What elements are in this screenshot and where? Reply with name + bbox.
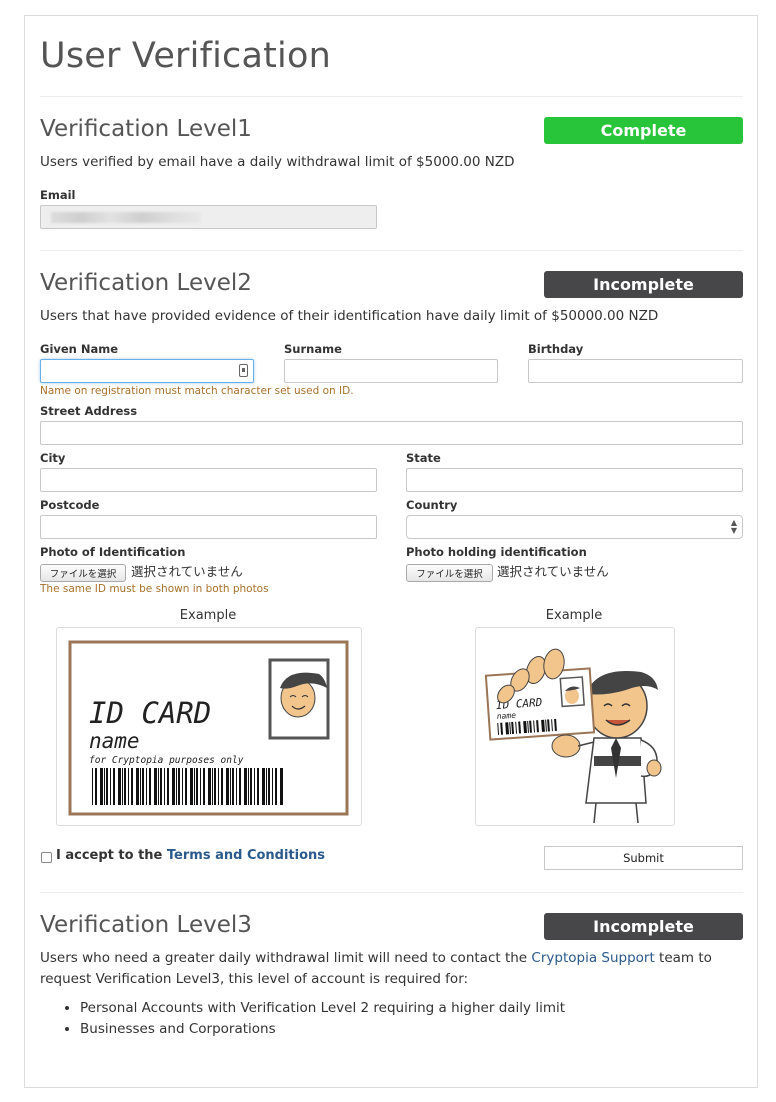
level3-status-badge: Incomplete: [544, 913, 743, 940]
level2-status-badge: Incomplete: [544, 271, 743, 298]
level2-title: Verification Level2: [40, 270, 252, 296]
level1-description: Users verified by email have a daily wit…: [40, 154, 515, 170]
level3-description: Users who need a greater daily withdrawa…: [40, 948, 752, 990]
level3-desc-prefix: Users who need a greater daily withdrawa…: [40, 950, 532, 966]
held-card-name-text: name: [496, 711, 516, 721]
list-item: Personal Accounts with Verification Leve…: [80, 998, 565, 1019]
photo-id-label: Photo of Identification: [40, 545, 186, 559]
divider: [40, 250, 743, 251]
page-title: User Verification: [40, 36, 331, 76]
terms-link[interactable]: Terms and Conditions: [167, 848, 325, 863]
surname-label: Surname: [284, 342, 342, 356]
accept-terms-checkbox[interactable]: [41, 852, 52, 863]
photo-holding-file-status: 選択されていません: [497, 564, 609, 579]
name-help-text: Name on registration must match characte…: [40, 385, 354, 397]
accept-prefix: I accept to the: [56, 848, 167, 863]
street-address-label: Street Address: [40, 404, 138, 418]
city-input[interactable]: [40, 468, 377, 492]
example-label-holding: Example: [545, 608, 603, 623]
id-card-illustration: ID CARD name for Cryptopia purposes only: [68, 640, 349, 816]
level3-title: Verification Level3: [40, 912, 252, 938]
photo-holding-label: Photo holding identification: [406, 545, 587, 559]
given-name-input[interactable]: [40, 359, 254, 383]
photo-holding-file-button[interactable]: ファイルを選択: [406, 564, 493, 582]
level1-status-badge: Complete: [544, 117, 743, 144]
birthday-input[interactable]: [528, 359, 743, 383]
id-card-example-image: ID CARD name for Cryptopia purposes only: [56, 627, 362, 826]
city-label: City: [40, 451, 66, 465]
photo-id-file-button[interactable]: ファイルを選択: [40, 564, 126, 582]
id-card-text: ID CARD: [89, 696, 211, 730]
country-select[interactable]: ▲ ▼: [406, 515, 743, 539]
birthday-label: Birthday: [528, 342, 584, 356]
example-label-id: Example: [179, 608, 237, 623]
email-label: Email: [40, 188, 76, 202]
country-label: Country: [406, 498, 458, 512]
street-address-input[interactable]: [40, 421, 743, 445]
verification-panel: User Verification Verification Level1 Co…: [24, 15, 758, 1088]
level2-description: Users that have provided evidence of the…: [40, 308, 659, 324]
state-label: State: [406, 451, 441, 465]
surname-input[interactable]: [284, 359, 498, 383]
submit-button[interactable]: Submit: [544, 846, 743, 870]
photo-help-text: The same ID must be shown in both photos: [40, 583, 269, 595]
id-purpose-text: for Cryptopia purposes only: [89, 755, 244, 766]
divider: [40, 96, 743, 97]
divider: [40, 892, 743, 893]
postcode-input[interactable]: [40, 515, 377, 539]
support-link[interactable]: Cryptopia Support: [531, 950, 654, 966]
redacted-email: [51, 212, 201, 223]
id-name-text: name: [89, 729, 140, 753]
accept-terms-label: I accept to the Terms and Conditions: [56, 848, 325, 863]
holding-id-illustration: ID CARD name: [484, 648, 662, 824]
holding-id-example-image: ID CARD name: [475, 627, 675, 826]
select-arrows-icon: ▲ ▼: [730, 518, 737, 535]
state-input[interactable]: [406, 468, 743, 492]
level1-title: Verification Level1: [40, 116, 252, 142]
given-name-label: Given Name: [40, 342, 119, 356]
postcode-label: Postcode: [40, 498, 100, 512]
email-field: [40, 205, 377, 229]
photo-id-file-status: 選択されていません: [131, 564, 243, 579]
level3-requirements-list: Personal Accounts with Verification Leve…: [62, 998, 565, 1040]
list-item: Businesses and Corporations: [80, 1019, 565, 1040]
keyboard-icon: [239, 364, 248, 377]
